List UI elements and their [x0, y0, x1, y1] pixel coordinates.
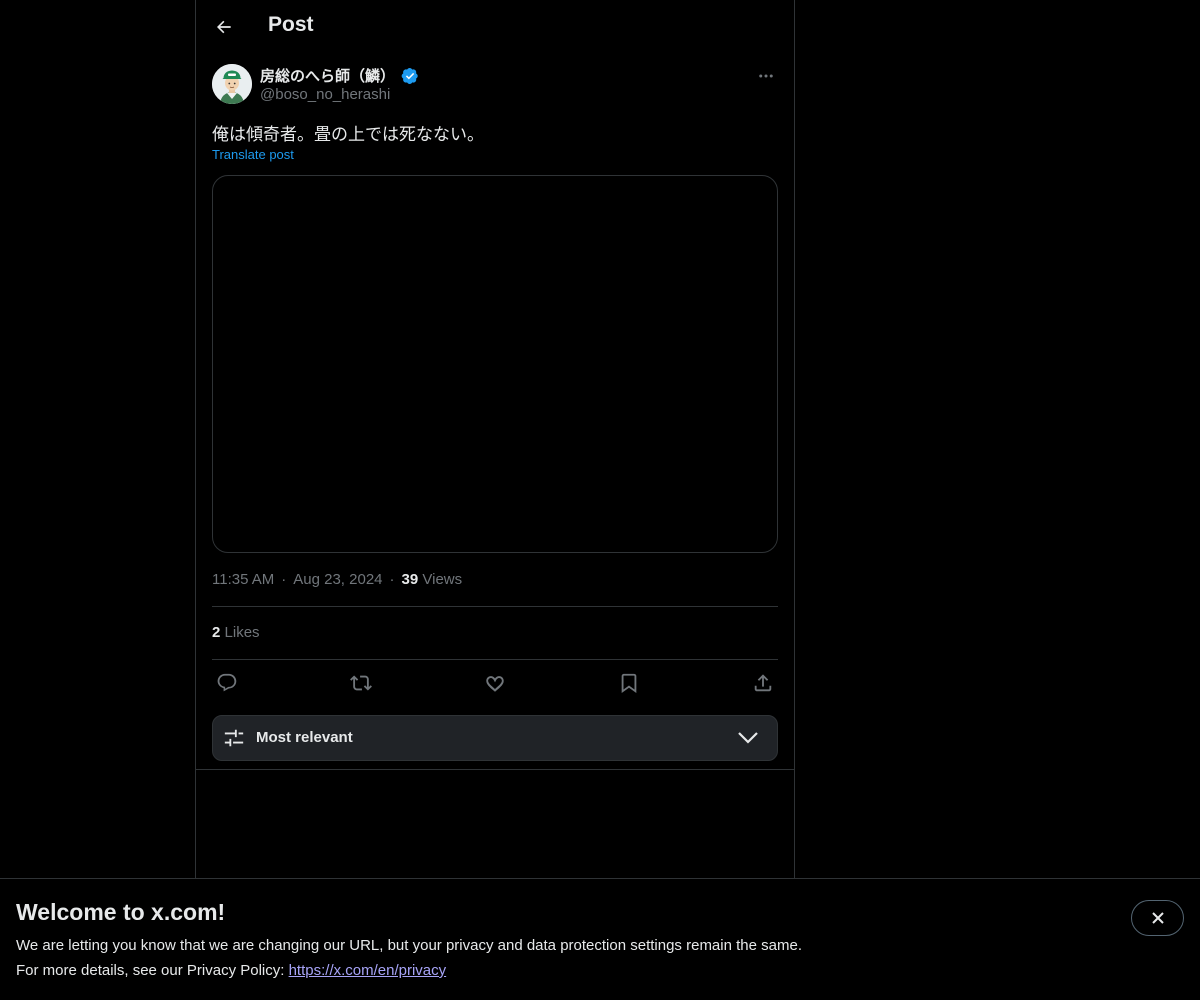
reply-sort-dropdown[interactable]: Most relevant: [212, 715, 778, 761]
bookmark-icon: [621, 673, 637, 694]
likes-count: 2: [212, 624, 221, 641]
like-button[interactable]: [480, 668, 510, 698]
header: Post: [196, 0, 794, 54]
banner-privacy-line: For more details, see our Privacy Policy…: [16, 962, 446, 979]
like-icon: [486, 676, 504, 692]
post-metadata: 11:35 AM · Aug 23, 2024 · 39 Views: [212, 571, 462, 588]
verified-badge-icon: [401, 67, 418, 84]
views: 39 Views: [402, 571, 463, 588]
share-icon: [754, 674, 772, 692]
close-icon: [1151, 912, 1164, 924]
likes-link[interactable]: 2 Likes: [212, 624, 260, 641]
meta-separator: ·: [389, 571, 395, 588]
more-options-button[interactable]: [754, 64, 778, 88]
url-change-banner: Welcome to x.com! We are letting you kno…: [0, 878, 1200, 1000]
arrow-left-icon: [217, 20, 231, 34]
divider: [212, 659, 778, 660]
share-button[interactable]: [748, 668, 778, 698]
repost-icon: [350, 675, 372, 691]
banner-close-button[interactable]: [1131, 900, 1184, 936]
back-button[interactable]: [208, 11, 240, 43]
sort-label: Most relevant: [256, 729, 353, 746]
reply-icon: [217, 673, 237, 692]
post-column: Post 房総のへら師（鱗） @boso_no_herashi 俺は傾奇者。畳の…: [195, 0, 795, 770]
divider: [212, 606, 778, 607]
display-name-row: 房総のへら師（鱗）: [260, 65, 419, 86]
author-handle[interactable]: @boso_no_herashi: [260, 86, 390, 103]
display-name[interactable]: 房総のへら師（鱗）: [260, 65, 395, 86]
likes-label: Likes: [224, 624, 260, 641]
post-media[interactable]: [212, 175, 778, 553]
privacy-policy-link[interactable]: https://x.com/en/privacy: [289, 962, 447, 979]
banner-title: Welcome to x.com!: [16, 899, 226, 925]
chevron-down-icon: [738, 732, 758, 744]
post-time[interactable]: 11:35 AM: [212, 571, 274, 588]
avatar[interactable]: [212, 64, 252, 104]
post-date[interactable]: Aug 23, 2024: [293, 571, 382, 588]
bookmark-button[interactable]: [614, 668, 644, 698]
reply-button[interactable]: [212, 668, 242, 698]
views-count: 39: [401, 571, 419, 588]
column-empty-area: [195, 770, 795, 880]
post-text: 俺は傾奇者。畳の上では死なない。: [212, 125, 484, 145]
post-author: 房総のへら師（鱗） @boso_no_herashi: [212, 64, 778, 108]
banner-message: We are letting you know that we are chan…: [16, 937, 802, 954]
views-label: Views: [422, 571, 463, 588]
repost-button[interactable]: [346, 668, 376, 698]
meta-separator: ·: [281, 571, 287, 588]
page-title: Post: [268, 13, 314, 36]
sliders-icon: [224, 729, 244, 747]
post-actions: [212, 668, 778, 700]
banner-privacy-prefix: For more details, see our Privacy Policy…: [16, 962, 289, 979]
translate-post-link[interactable]: Translate post: [212, 147, 294, 162]
more-horizontal-icon: [759, 74, 773, 78]
